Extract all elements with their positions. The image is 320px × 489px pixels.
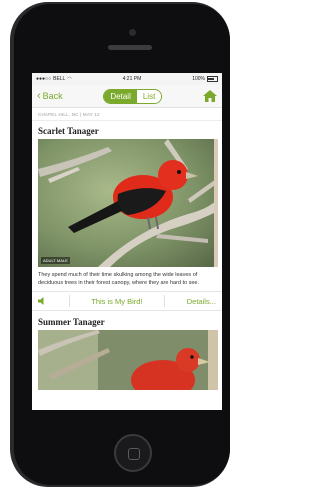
home-icon[interactable] [203, 90, 217, 102]
summer-tanager-image [38, 330, 218, 390]
next-photo-peek [214, 139, 218, 267]
bird-photo-2[interactable] [38, 330, 218, 390]
back-button[interactable]: ‹ Back [37, 89, 63, 102]
divider [164, 295, 166, 307]
front-camera [129, 29, 136, 36]
status-left: ●●●○○ BELL ◠ [36, 76, 72, 82]
action-bar: This is My Bird! Details... [32, 291, 222, 311]
app-screen: ●●●○○ BELL ◠ 4:21 PM 100% ‹ Back Detail … [32, 73, 222, 410]
status-right: 100% [192, 76, 218, 82]
chevron-left-icon: ‹ [37, 89, 41, 102]
photo-tag: ADULT MALE [41, 257, 70, 264]
home-square-icon [128, 448, 140, 460]
divider [68, 295, 70, 307]
battery-percent: 100% [192, 76, 205, 82]
bird-name-title-2: Summer Tanager [38, 317, 105, 327]
bird-photo[interactable]: ADULT MALE [38, 139, 218, 267]
navigation-bar: ‹ Back Detail List [32, 85, 222, 108]
earpiece-speaker [108, 45, 152, 50]
view-segmented-control: Detail List [103, 88, 163, 104]
scarlet-tanager-image [38, 139, 218, 267]
status-bar: ●●●○○ BELL ◠ 4:21 PM 100% [32, 73, 222, 85]
status-time: 4:21 PM [122, 76, 142, 82]
back-label: Back [42, 91, 63, 101]
details-button[interactable]: Details... [187, 297, 216, 306]
location-date-label: CHAPEL HILL, NC | MAY 12 [32, 108, 222, 121]
home-hardware-button[interactable] [114, 434, 152, 472]
carrier-label: BELL [53, 76, 66, 82]
tab-list[interactable]: List [136, 89, 162, 103]
battery-icon [206, 76, 218, 82]
bird-name-title: Scarlet Tanager [38, 126, 99, 136]
signal-icon: ●●●○○ [36, 76, 52, 82]
wifi-icon: ◠ [67, 76, 72, 82]
bird-description: They spend much of their time skulking a… [38, 272, 200, 286]
tab-detail[interactable]: Detail [104, 89, 137, 103]
speaker-icon[interactable] [38, 297, 47, 305]
this-is-my-bird-button[interactable]: This is My Bird! [91, 297, 142, 306]
